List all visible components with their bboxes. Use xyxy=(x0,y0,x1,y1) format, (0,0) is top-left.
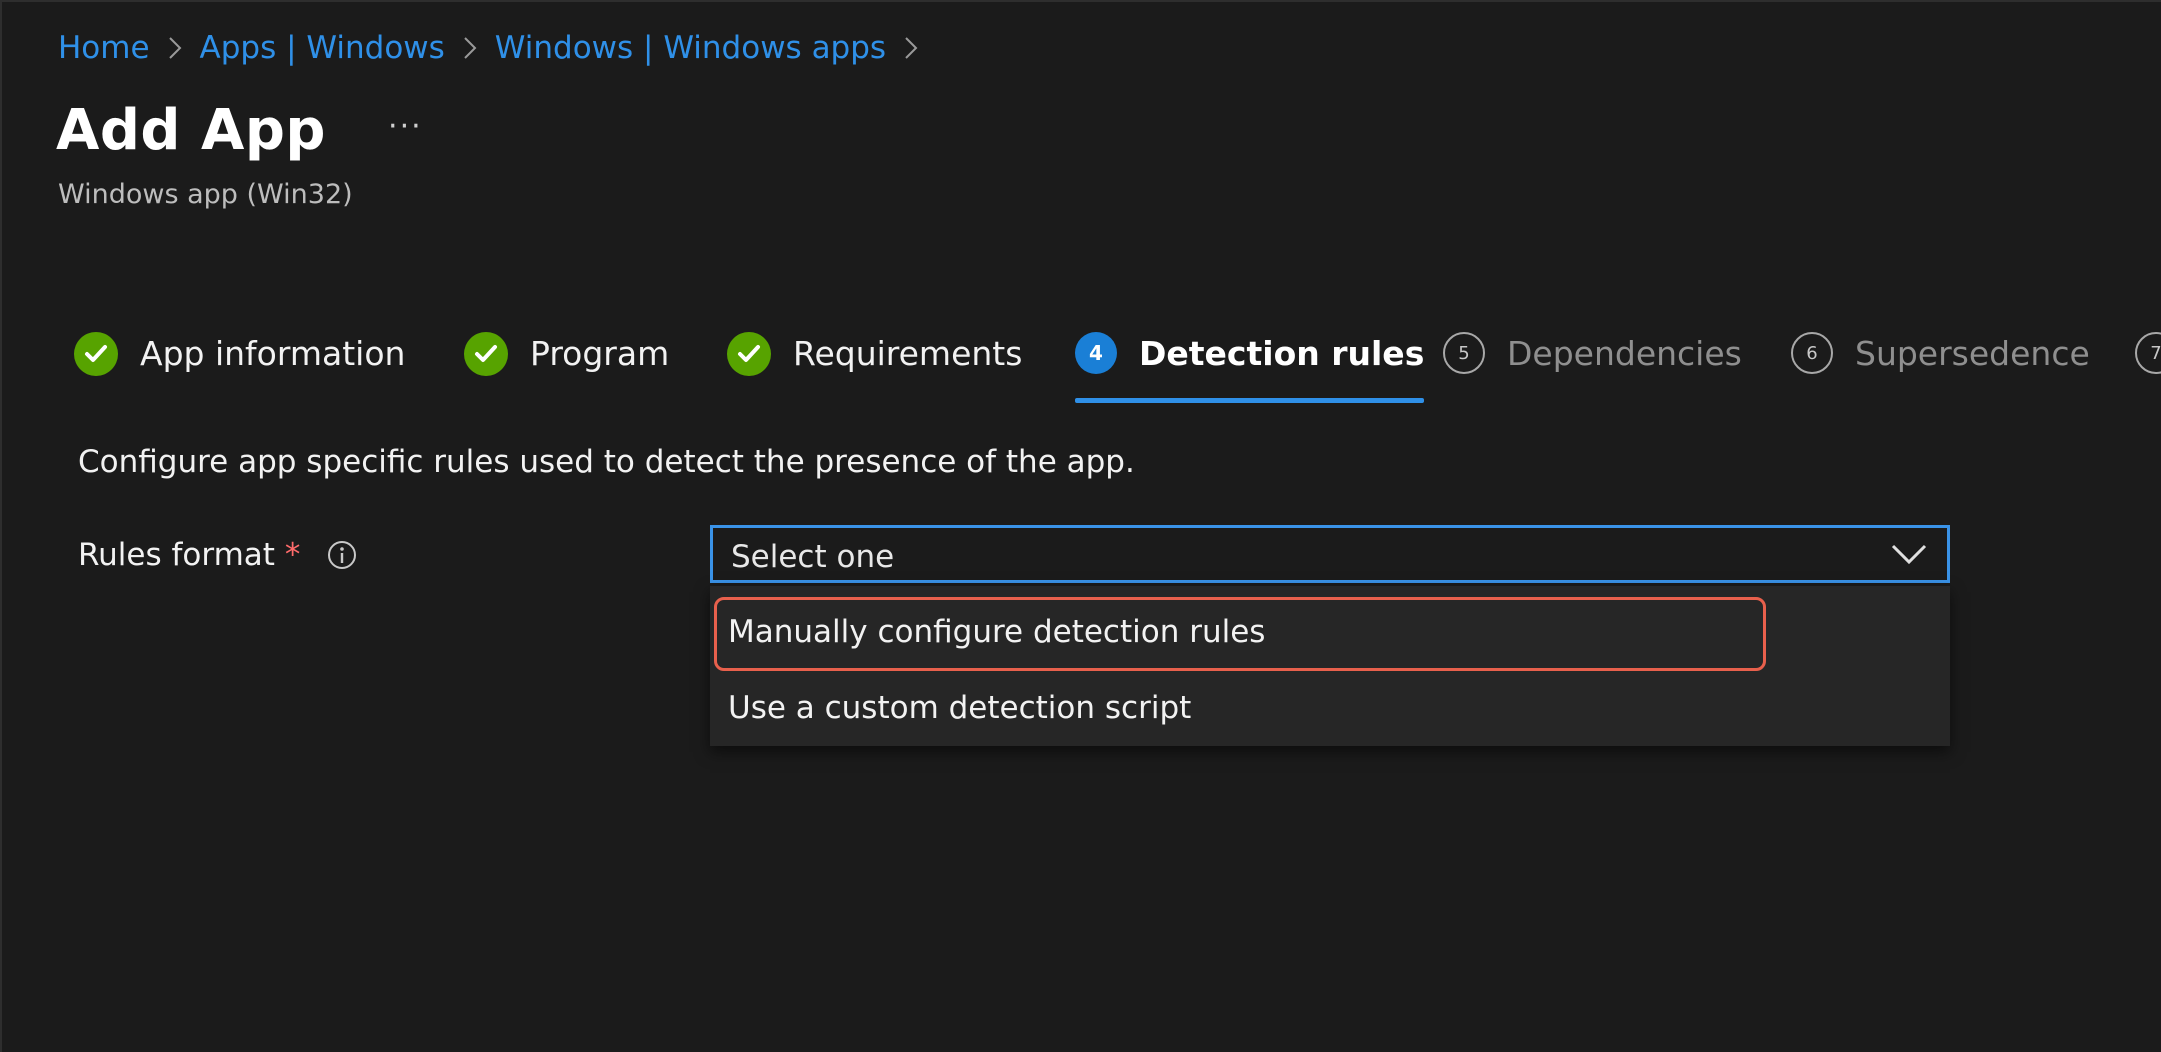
chevron-right-icon xyxy=(904,36,918,60)
title-row: Add App ··· xyxy=(56,98,423,163)
step-number-icon: 6 xyxy=(1791,332,1833,374)
checkmark-icon xyxy=(464,332,508,376)
step-label: App information xyxy=(140,334,406,373)
checkmark-icon xyxy=(727,332,771,376)
chevron-right-icon xyxy=(463,36,477,60)
tab-program[interactable]: Program xyxy=(464,332,669,404)
step-number-icon: 4 xyxy=(1075,332,1117,374)
more-options-button[interactable]: ··· xyxy=(388,109,423,144)
required-marker: * xyxy=(284,537,301,573)
page-subtitle: Windows app (Win32) xyxy=(58,179,353,210)
active-tab-indicator xyxy=(1075,398,1425,403)
section-description: Configure app specific rules used to det… xyxy=(78,444,1135,480)
step-label: Program xyxy=(530,334,670,373)
chevron-down-icon xyxy=(1889,542,1929,566)
tab-requirements[interactable]: Requirements xyxy=(727,332,1022,404)
rules-format-select[interactable]: Select one xyxy=(710,525,1950,583)
page-title: Add App xyxy=(56,98,327,163)
step-label: Requirements xyxy=(793,334,1023,373)
step-label: Supersedence xyxy=(1855,334,2090,373)
tab-app-information[interactable]: App information xyxy=(74,332,405,404)
rules-format-label-row: Rules format * xyxy=(78,537,358,573)
rules-format-label: Rules format xyxy=(78,537,275,573)
chevron-right-icon xyxy=(168,36,182,60)
breadcrumb-home[interactable]: Home xyxy=(58,30,150,66)
checkmark-icon xyxy=(74,332,118,376)
step-label: Detection rules xyxy=(1139,334,1425,373)
wizard-steps: App information Program Requirements 4 D… xyxy=(74,332,2161,404)
step-label: Dependencies xyxy=(1507,334,1742,373)
breadcrumb: Home Apps | Windows Windows | Windows ap… xyxy=(58,30,936,66)
info-icon[interactable] xyxy=(326,539,358,571)
add-app-page: Home Apps | Windows Windows | Windows ap… xyxy=(0,0,2161,1052)
select-value: Select one xyxy=(731,539,895,575)
step-number-icon: 5 xyxy=(1443,332,1485,374)
option-custom-script[interactable]: Use a custom detection script xyxy=(710,690,1950,726)
option-manually-configure[interactable]: Manually configure detection rules xyxy=(710,614,1950,650)
rules-format-dropdown: Manually configure detection rules Use a… xyxy=(710,586,1950,746)
step-number-icon: 7 xyxy=(2135,332,2161,374)
tab-dependencies[interactable]: 5 Dependencies xyxy=(1443,332,1742,404)
tab-step-7[interactable]: 7 xyxy=(2135,332,2161,404)
tab-detection-rules[interactable]: 4 Detection rules xyxy=(1075,332,1425,404)
tab-supersedence[interactable]: 6 Supersedence xyxy=(1791,332,2090,404)
breadcrumb-windows-apps[interactable]: Windows | Windows apps xyxy=(495,30,886,66)
breadcrumb-apps-windows[interactable]: Apps | Windows xyxy=(200,30,445,66)
